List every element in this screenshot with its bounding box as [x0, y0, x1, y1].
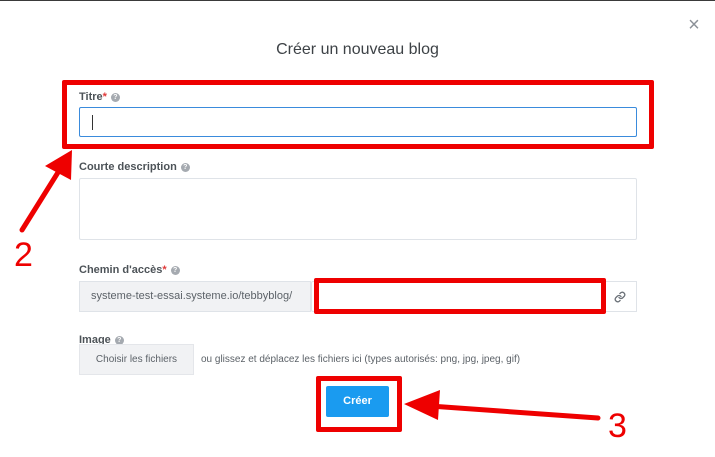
arrow-3-head — [404, 390, 440, 420]
step-number-2: 2 — [14, 236, 33, 274]
arrow-2-line — [19, 163, 65, 233]
arrow-3-line — [427, 403, 601, 421]
annotation-arrows — [19, 150, 601, 421]
step-number-3: 3 — [608, 407, 627, 445]
